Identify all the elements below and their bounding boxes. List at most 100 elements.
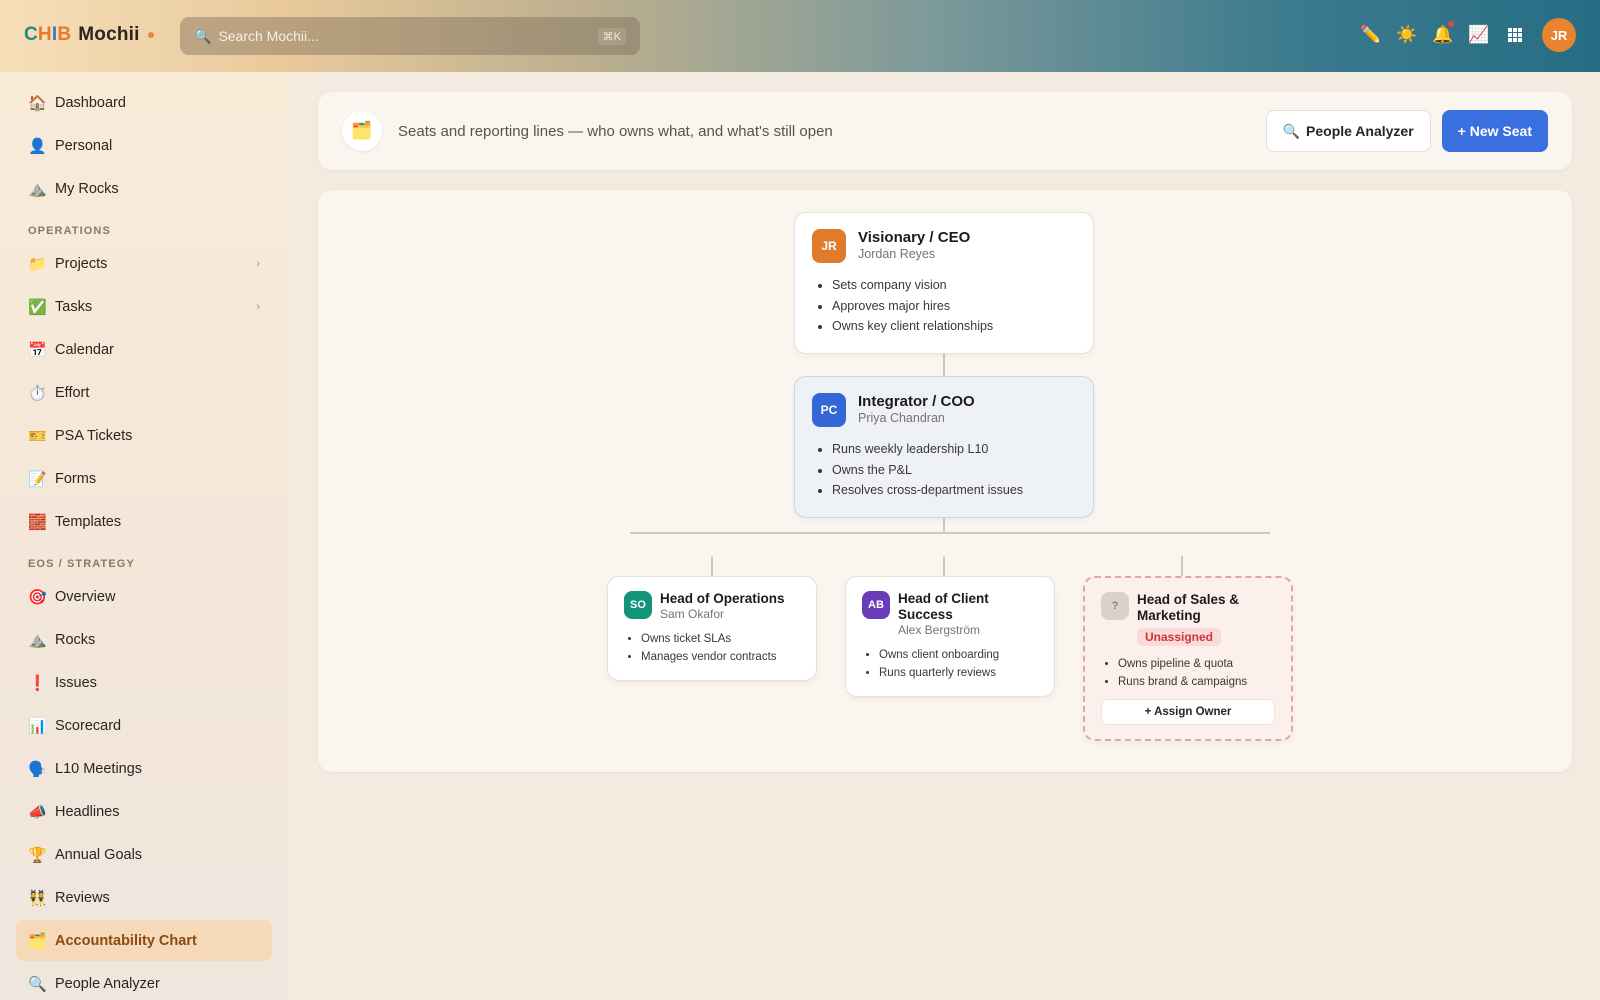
responsibility-list: Owns pipeline & quota Runs brand & campa… [1118, 655, 1275, 691]
sidebar-item-scorecard[interactable]: 📊 Scorecard [16, 705, 272, 746]
brand-mark: C H I B [24, 24, 71, 46]
responsibility-list: Owns ticket SLAs Manages vendor contract… [641, 630, 800, 666]
sidebar-item-label: Effort [55, 384, 90, 401]
people-icon: 👯 [28, 889, 47, 907]
sidebar-item-accountability-chart[interactable]: 🗂️ Accountability Chart [16, 920, 272, 961]
seat-title: Head of Sales & Marketing [1137, 592, 1240, 623]
sidebar-item-tasks[interactable]: ✅ Tasks › [16, 286, 272, 327]
seat-header: PC Integrator / COO Priya Chandran [812, 393, 1076, 427]
chevron-right-icon[interactable]: › [256, 301, 260, 313]
stopwatch-icon: ⏱️ [28, 384, 47, 402]
person-icon: 👤 [28, 137, 47, 155]
seat-header: ? Head of Sales & Marketing Unassigned [1101, 592, 1275, 646]
sidebar-item-label: Reviews [55, 889, 110, 906]
user-avatar[interactable]: JR [1542, 18, 1576, 52]
connector-ops [711, 556, 713, 576]
seat-title: Head of Client Success [898, 591, 989, 622]
seat-header: JR Visionary / CEO Jordan Reyes [812, 229, 1076, 263]
responsibility-item: Resolves cross-department issues [832, 480, 1076, 501]
sidebar-item-rocks[interactable]: ⛰️ Rocks [16, 619, 272, 660]
responsibility-item: Owns key client relationships [832, 316, 1076, 337]
avatar: AB [862, 591, 890, 619]
section-title-operations: OPERATIONS [28, 225, 111, 237]
sidebar-item-my-rocks[interactable]: ⛰️ My Rocks [16, 168, 272, 209]
search-placeholder: Search Mochii... [218, 28, 319, 44]
magnifier-icon: 🔍 [28, 975, 47, 993]
checkbox-icon: ✅ [28, 298, 47, 316]
sidebar-item-label: Projects [55, 255, 108, 272]
people-analyzer-button[interactable]: 🔍 People Analyzer [1265, 110, 1431, 152]
sidebar-item-headlines[interactable]: 📣 Headlines [16, 791, 272, 832]
sidebar-item-personal[interactable]: 👤 Personal [16, 125, 272, 166]
sidebar-item-forms[interactable]: 📝 Forms [16, 458, 272, 499]
responsibility-item: Owns client onboarding [879, 646, 1038, 664]
sidebar-item-dashboard[interactable]: 🏠 Dashboard [16, 82, 272, 123]
people-analyzer-label: People Analyzer [1306, 123, 1414, 139]
sidebar-item-label: Dashboard [55, 94, 126, 111]
sidebar: 🏠 Dashboard 👤 Personal ⛰️ My Rocks OPERA… [0, 72, 288, 1000]
section-title-strategy: EOS / STRATEGY [28, 558, 135, 570]
calendar-icon: 📅 [28, 341, 47, 359]
brand-letter-b: B [57, 24, 72, 45]
sidebar-item-label: Forms [55, 470, 97, 487]
avatar: JR [812, 229, 846, 263]
seat-title: Head of Operations [660, 591, 785, 606]
sidebar-item-issues[interactable]: ❗ Issues [16, 662, 272, 703]
seat-title: Integrator / COO [858, 393, 975, 410]
magnifier-icon: 🔍 [1282, 122, 1301, 139]
connector-cs [943, 556, 945, 576]
sun-icon[interactable]: ☀️ [1396, 24, 1418, 46]
connector-ceo-coo [943, 350, 945, 376]
sidebar-item-label: My Rocks [55, 180, 119, 197]
seat-head-of-operations[interactable]: SO Head of Operations Sam Okafor Owns ti… [607, 576, 817, 681]
seat-head-of-client-success[interactable]: AB Head of Client Success Alex Bergström… [845, 576, 1055, 697]
search-input[interactable]: 🔍 Search Mochii... ⌘K [180, 17, 640, 55]
responsibility-item: Owns the P&L [832, 460, 1076, 481]
sidebar-item-l10-meetings[interactable]: 🗣️ L10 Meetings [16, 748, 272, 789]
bell-icon[interactable]: 🔔 [1432, 21, 1454, 46]
folder-icon: 📁 [28, 255, 47, 273]
seat-head-of-sales-marketing[interactable]: ? Head of Sales & Marketing Unassigned O… [1083, 576, 1293, 741]
trophy-icon: 🏆 [28, 846, 47, 864]
sidebar-item-annual-goals[interactable]: 🏆 Annual Goals [16, 834, 272, 875]
notification-dot [1448, 21, 1454, 27]
page-subtitle: Seats and reporting lines — who owns wha… [398, 122, 833, 140]
responsibility-item: Manages vendor contracts [641, 648, 800, 666]
sidebar-item-label: PSA Tickets [55, 427, 133, 444]
new-seat-button[interactable]: + New Seat [1441, 110, 1548, 152]
sidebar-item-people-analyzer[interactable]: 🔍 People Analyzer [16, 963, 272, 1000]
accountability-chart: JR Visionary / CEO Jordan Reyes Sets com… [318, 190, 1572, 772]
seat-info: Integrator / COO Priya Chandran [858, 393, 975, 425]
assign-owner-button[interactable]: + Assign Owner [1101, 699, 1275, 725]
brand-letter-c: C [24, 24, 38, 45]
sidebar-item-effort[interactable]: ⏱️ Effort [16, 372, 272, 413]
sidebar-item-label: Overview [55, 588, 116, 605]
seat-ceo[interactable]: JR Visionary / CEO Jordan Reyes Sets com… [794, 212, 1094, 354]
exclamation-icon: ❗ [28, 674, 47, 692]
seat-coo[interactable]: PC Integrator / COO Priya Chandran Runs … [794, 376, 1094, 518]
bar-chart-icon: 📊 [28, 717, 47, 735]
sidebar-item-templates[interactable]: 🧱 Templates [16, 501, 272, 542]
responsibility-item: Owns ticket SLAs [641, 630, 800, 648]
seat-info: Head of Sales & Marketing Unassigned [1137, 592, 1275, 646]
page-header: 🗂️ Seats and reporting lines — who owns … [318, 92, 1572, 170]
chart-icon[interactable]: 📈 [1468, 24, 1490, 46]
seat-info: Visionary / CEO Jordan Reyes [858, 229, 970, 261]
mountain-icon: ⛰️ [28, 631, 47, 649]
card-index-icon: 🗂️ [342, 111, 382, 151]
pencil-icon[interactable]: ✏️ [1360, 24, 1382, 46]
sidebar-item-psa-tickets[interactable]: 🎫 PSA Tickets [16, 415, 272, 456]
status-badge: Unassigned [1137, 628, 1222, 646]
sidebar-item-overview[interactable]: 🎯 Overview [16, 576, 272, 617]
grid-icon[interactable] [1504, 24, 1526, 46]
sidebar-item-reviews[interactable]: 👯 Reviews [16, 877, 272, 918]
sidebar-item-projects[interactable]: 📁 Projects › [16, 243, 272, 284]
connector-sales [1181, 556, 1183, 576]
chevron-right-icon[interactable]: › [256, 258, 260, 270]
ticket-icon: 🎫 [28, 427, 47, 445]
brand-logo[interactable]: C H I B Mochii [24, 24, 154, 46]
responsibility-list: Sets company vision Approves major hires… [832, 275, 1076, 337]
memo-icon: 📝 [28, 470, 47, 488]
sidebar-item-label: Issues [55, 674, 97, 691]
sidebar-item-calendar[interactable]: 📅 Calendar [16, 329, 272, 370]
